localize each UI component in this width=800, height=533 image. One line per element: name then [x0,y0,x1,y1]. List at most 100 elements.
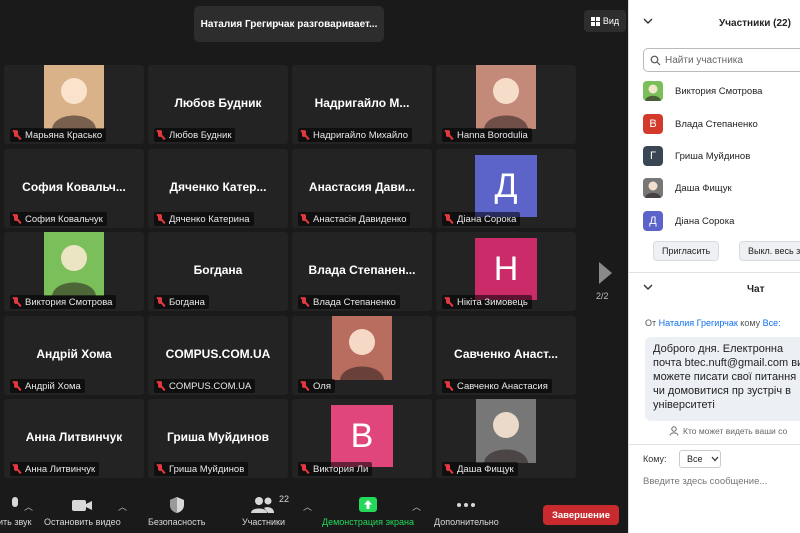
microphone-muted-icon [156,213,165,225]
tile-name-text: София Ковальчук [25,213,103,225]
chat-message-sender: От Наталия Грегирчак кому Все: [645,318,781,328]
view-button[interactable]: Вид [584,10,626,32]
participant-tile[interactable]: Виктория Смотрова [4,232,144,311]
participant-tile[interactable]: Андрій Хома Андрій Хома [4,316,144,395]
tile-name-text: COMPUS.COM.UA [169,380,252,392]
unmute-label: ить звук [0,517,32,527]
chevron-down-icon[interactable] [643,17,653,25]
chat-input-divider [629,444,800,445]
participant-list-item[interactable]: Виктория Смотрова [629,78,762,104]
participant-tile[interactable]: Оля [292,316,432,395]
tile-display-name: COMPUS.COM.UA [165,347,271,361]
chat-message-bubble: Доброго дня. Електронна почта btec.nuft@… [645,337,800,421]
participant-tile[interactable]: Надригайло М... Надригайло Михайло [292,65,432,144]
participant-list-item[interactable]: В Влада Степаненко [629,111,758,137]
share-screen-label: Демонстрация экрана [322,517,414,527]
participant-tile[interactable]: Влада Степанен... Влада Степаненко [292,232,432,311]
participant-video-photo [476,399,536,463]
chat-title: Чат [747,283,765,295]
chat-message-input[interactable]: Введите здесь сообщение... [643,476,767,487]
microphone-muted-icon [156,380,165,392]
mute-all-button[interactable]: Выкл. весь зв [739,241,800,261]
microphone-muted-icon [12,129,21,141]
tile-name-label: Hanna Borodulia [442,128,532,142]
microphone-muted-icon [12,213,21,225]
participant-tile[interactable]: София Ковальч... София Ковальчук [4,149,144,228]
chat-sender-name[interactable]: Наталия Грегирчак [659,318,738,328]
share-options-caret-icon[interactable]: ︿ [412,500,421,513]
microphone-icon [11,497,18,507]
stop-video-button[interactable]: Остановить видео [44,496,121,530]
tile-name-text: Даша Фищук [457,463,514,475]
chat-header: Чат [629,274,800,304]
participant-list-item[interactable]: Даша Фищук [629,175,732,201]
participant-tile[interactable]: Савченко Анаст... Савченко Анастасия [436,316,576,395]
tile-name-text: Нікіта Зимовець [457,296,528,308]
participant-tile[interactable]: Даша Фищук [436,399,576,478]
more-button[interactable]: Дополнительно [434,496,499,530]
tile-name-text: Виктория Ли [313,463,369,475]
avatar: В [643,114,663,134]
more-dots-icon [457,503,476,507]
participant-search-input[interactable]: Найти участника [643,48,800,72]
participant-list-item[interactable]: Г Гриша Муйдинов [629,143,750,169]
who-can-see-link[interactable]: Кто может видеть ваши со [669,426,787,436]
person-icon [669,426,679,436]
tile-display-name: Влада Степанен... [308,263,416,277]
share-screen-button[interactable]: Демонстрация экрана [322,496,414,530]
tile-name-label: Виктория Смотрова [10,295,117,309]
participant-tile[interactable]: Н Нікіта Зимовець [436,232,576,311]
microphone-muted-icon [444,213,453,225]
participants-options-caret-icon[interactable]: ︿ [303,500,312,513]
chevron-down-icon[interactable] [643,283,653,291]
microphone-muted-icon [156,463,165,475]
tile-name-text: Савченко Анастасия [457,380,548,392]
video-options-caret-icon[interactable]: ︿ [118,500,127,513]
participant-tile[interactable]: Анастасия Дави... Анастасія Давиденко [292,149,432,228]
participant-video-photo [476,65,536,129]
tile-display-name: Дяченко Катер... [169,180,267,194]
microphone-muted-icon [156,129,165,141]
tile-name-text: Богдана [169,296,205,308]
security-button[interactable]: Безопасность [148,496,205,530]
letter-avatar: Н [475,238,537,300]
chat-recipient-select[interactable]: Все [679,450,721,468]
video-gallery: Наталия Грегирчак разговаривает... Вид М… [0,0,628,492]
chat-to-word: кому [740,318,761,328]
participants-label: Участники [242,517,285,527]
participant-tile[interactable]: Гриша Муйдинов Гриша Муйдинов [148,399,288,478]
participant-video-photo [332,316,392,380]
invite-button[interactable]: Пригласить [653,241,720,261]
participant-tile[interactable]: Д Діана Сорока [436,149,576,228]
video-camera-icon [72,500,93,511]
tile-display-name: Андрій Хома [36,347,112,361]
tile-name-label: Богдана [154,295,209,309]
end-meeting-button[interactable]: Завершение [543,505,619,525]
chat-recipient-value: Все [687,454,703,464]
participant-tile[interactable]: Марьяна Красько [4,65,144,144]
tile-name-text: Виктория Смотрова [25,296,113,308]
tile-display-name: Анна Литвинчук [25,430,123,444]
participant-tile[interactable]: COMPUS.COM.UA COMPUS.COM.UA [148,316,288,395]
participant-list-item[interactable]: Д Діана Сорока [629,208,734,234]
chat-to-label: Кому: [643,454,667,464]
participant-tile[interactable]: В Виктория Ли [292,399,432,478]
participant-tile[interactable]: Богдана Богдана [148,232,288,311]
page-indicator: 2/2 [596,291,609,301]
microphone-muted-icon [444,296,453,308]
participant-tile[interactable]: Анна Литвинчук Анна Литвинчук [4,399,144,478]
audio-options-caret-icon[interactable]: ︿ [24,500,33,513]
participant-tile[interactable]: Hanna Borodulia [436,65,576,144]
zoom-window: Наталия Грегирчак разговаривает... Вид М… [0,0,800,533]
microphone-muted-icon [300,380,309,392]
letter-avatar: В [331,405,393,467]
tile-name-label: Нікіта Зимовець [442,295,532,309]
next-page-arrow-icon[interactable] [592,258,618,288]
stop-video-label: Остановить видео [44,517,121,527]
participant-tile[interactable]: Любов Будник Любов Будник [148,65,288,144]
tile-name-label: Андрій Хома [10,379,85,393]
participant-tile[interactable]: Дяченко Катер... Дяченко Катерина [148,149,288,228]
avatar [643,178,663,198]
microphone-muted-icon [300,296,309,308]
tile-name-label: Анна Литвинчук [10,462,100,476]
